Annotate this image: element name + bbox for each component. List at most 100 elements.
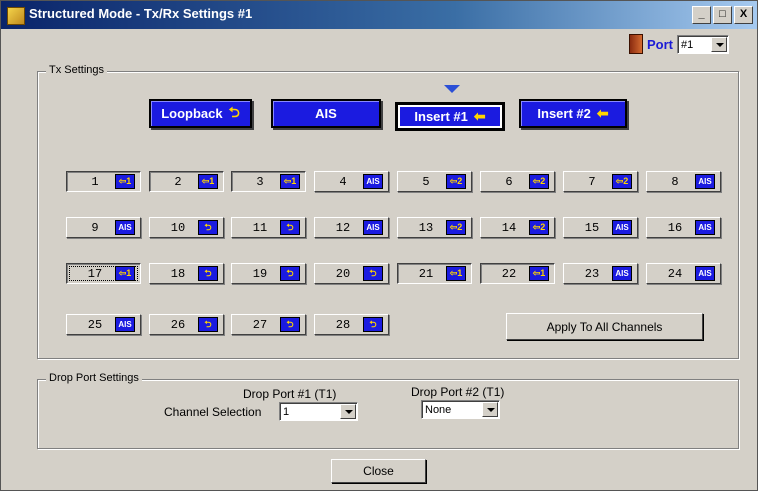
insert-arrow-icon: ⇦1 xyxy=(198,174,218,189)
channel-number: 2 xyxy=(174,174,182,189)
tx-rx-settings-window: Structured Mode - Tx/Rx Settings #1 _ □ … xyxy=(0,0,758,491)
insert-arrow-icon: ⇦2 xyxy=(612,174,632,189)
channel-2-button[interactable]: 2 ⇦1 xyxy=(149,171,224,192)
close-button[interactable]: Close xyxy=(331,459,426,483)
channel-17-button[interactable]: 17 ⇦1 xyxy=(66,263,141,284)
ais-icon: AIS xyxy=(115,317,135,332)
ais-icon: AIS xyxy=(695,220,715,235)
chevron-down-icon[interactable] xyxy=(711,36,727,52)
channel-27-button[interactable]: 27 ⮌ xyxy=(231,314,306,335)
channel-4-button[interactable]: 4 AIS xyxy=(314,171,389,192)
channel-18-button[interactable]: 18 ⮌ xyxy=(149,263,224,284)
channel-number: 26 xyxy=(170,317,186,332)
arrow-left-icon: ⬅ xyxy=(596,105,609,121)
ais-mode-button[interactable]: AIS xyxy=(271,99,381,128)
channel-13-button[interactable]: 13 ⇦2 xyxy=(397,217,472,238)
channel-number: 6 xyxy=(505,174,513,189)
port-dropdown[interactable]: #1 xyxy=(677,34,729,54)
close-window-button[interactable]: X xyxy=(734,6,753,24)
insert-arrow-icon: ⇦2 xyxy=(446,174,466,189)
channel-number: 19 xyxy=(252,266,268,281)
channel-21-button[interactable]: 21 ⇦1 xyxy=(397,263,472,284)
drop-port-2-dropdown[interactable]: None xyxy=(421,400,500,419)
channel-number: 1 xyxy=(91,174,99,189)
title-bar[interactable]: Structured Mode - Tx/Rx Settings #1 _ □ … xyxy=(1,1,757,29)
loopback-icon: ⮌ xyxy=(363,317,383,332)
channel-6-button[interactable]: 6 ⇦2 xyxy=(480,171,555,192)
insert-arrow-icon: ⇦2 xyxy=(529,220,549,235)
ais-icon: AIS xyxy=(363,174,383,189)
channel-number: 18 xyxy=(170,266,186,281)
channel-10-button[interactable]: 10 ⮌ xyxy=(149,217,224,238)
insert-1-mode-button[interactable]: Insert #1 ⬅ xyxy=(395,102,505,131)
chevron-down-icon[interactable] xyxy=(340,404,356,419)
arrow-left-icon: ⬅ xyxy=(473,108,486,124)
channel-7-button[interactable]: 7 ⇦2 xyxy=(563,171,638,192)
drop-port-settings-group: Drop Port Settings xyxy=(37,372,739,449)
drop-port-1-label: Drop Port #1 (T1) xyxy=(243,387,337,401)
channel-number: 27 xyxy=(252,317,268,332)
minimize-button[interactable]: _ xyxy=(692,6,711,24)
maximize-button[interactable]: □ xyxy=(713,6,732,24)
channel-25-button[interactable]: 25 AIS xyxy=(66,314,141,335)
insert-arrow-icon: ⇦1 xyxy=(446,266,466,281)
channel-24-button[interactable]: 24 AIS xyxy=(646,263,721,284)
insert-arrow-icon: ⇦1 xyxy=(529,266,549,281)
channel-11-button[interactable]: 11 ⮌ xyxy=(231,217,306,238)
loopback-icon: ⮌ xyxy=(228,103,240,120)
channel-16-button[interactable]: 16 AIS xyxy=(646,217,721,238)
channel-3-button[interactable]: 3 ⇦1 xyxy=(231,171,306,192)
channel-number: 10 xyxy=(170,220,186,235)
channel-15-button[interactable]: 15 AIS xyxy=(563,217,638,238)
loopback-mode-label: Loopback xyxy=(161,106,223,121)
channel-number: 17 xyxy=(87,266,103,281)
insert-2-mode-button[interactable]: Insert #2 ⬅ xyxy=(519,99,627,128)
channel-number: 20 xyxy=(335,266,351,281)
channel-number: 25 xyxy=(87,317,103,332)
channel-number: 5 xyxy=(422,174,430,189)
channel-number: 12 xyxy=(335,220,351,235)
channel-number: 22 xyxy=(501,266,517,281)
channel-number: 23 xyxy=(584,266,600,281)
port-icon xyxy=(629,34,643,54)
channel-26-button[interactable]: 26 ⮌ xyxy=(149,314,224,335)
port-dropdown-value: #1 xyxy=(681,38,694,51)
channel-28-button[interactable]: 28 ⮌ xyxy=(314,314,389,335)
channel-number: 21 xyxy=(418,266,434,281)
drop-port-1-dropdown[interactable]: 1 xyxy=(279,402,358,421)
channel-19-button[interactable]: 19 ⮌ xyxy=(231,263,306,284)
window-title: Structured Mode - Tx/Rx Settings #1 xyxy=(29,6,253,21)
ais-icon: AIS xyxy=(115,220,135,235)
loopback-icon: ⮌ xyxy=(363,266,383,281)
channel-1-button[interactable]: 1 ⇦1 xyxy=(66,171,141,192)
apply-to-all-channels-button[interactable]: Apply To All Channels xyxy=(506,313,703,340)
channel-8-button[interactable]: 8 AIS xyxy=(646,171,721,192)
channel-20-button[interactable]: 20 ⮌ xyxy=(314,263,389,284)
channel-23-button[interactable]: 23 AIS xyxy=(563,263,638,284)
chevron-down-icon[interactable] xyxy=(482,402,498,417)
channel-number: 8 xyxy=(671,174,679,189)
ais-icon: AIS xyxy=(612,220,632,235)
ais-mode-label: AIS xyxy=(315,106,337,121)
drop-port-1-value: 1 xyxy=(283,406,290,418)
channel-number: 3 xyxy=(256,174,264,189)
insert-arrow-icon: ⇦1 xyxy=(280,174,300,189)
channel-number: 15 xyxy=(584,220,600,235)
channel-12-button[interactable]: 12 AIS xyxy=(314,217,389,238)
drop-port-settings-title: Drop Port Settings xyxy=(46,372,142,384)
channel-number: 16 xyxy=(667,220,683,235)
channel-9-button[interactable]: 9 AIS xyxy=(66,217,141,238)
loopback-icon: ⮌ xyxy=(198,317,218,332)
channel-14-button[interactable]: 14 ⇦2 xyxy=(480,217,555,238)
tx-settings-title: Tx Settings xyxy=(46,64,108,76)
ais-icon: AIS xyxy=(695,266,715,281)
loopback-icon: ⮌ xyxy=(280,317,300,332)
channel-number: 9 xyxy=(91,220,99,235)
insert-arrow-icon: ⇦1 xyxy=(115,266,135,281)
channel-22-button[interactable]: 22 ⇦1 xyxy=(480,263,555,284)
ais-icon: AIS xyxy=(363,220,383,235)
loopback-mode-button[interactable]: Loopback ⮌ xyxy=(149,99,252,128)
channel-number: 4 xyxy=(339,174,347,189)
channel-number: 24 xyxy=(667,266,683,281)
channel-5-button[interactable]: 5 ⇦2 xyxy=(397,171,472,192)
